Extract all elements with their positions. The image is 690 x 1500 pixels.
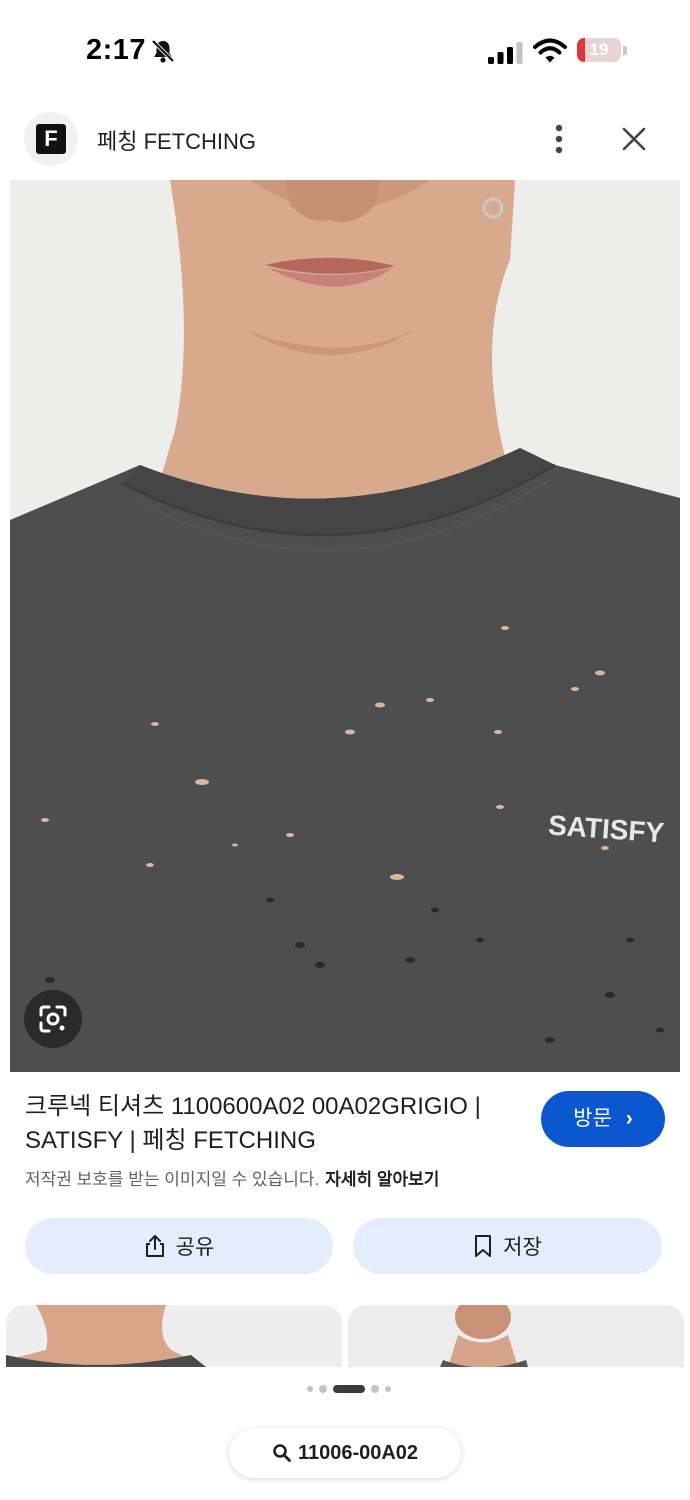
close-icon[interactable] <box>614 119 654 159</box>
share-icon <box>145 1235 164 1257</box>
bell-muted-icon <box>151 39 175 63</box>
search-chip[interactable]: 11006-00A02 <box>229 1428 461 1478</box>
copyright-text: 저작권 보호를 받는 이미지일 수 있습니다. <box>25 1170 320 1189</box>
related-image <box>348 1305 684 1367</box>
pagination-dot <box>371 1385 379 1393</box>
related-thumbnail[interactable] <box>348 1305 684 1367</box>
pagination-dot-active <box>333 1385 365 1393</box>
share-label: 공유 <box>175 1236 215 1259</box>
pagination-dot <box>307 1386 313 1392</box>
battery-body: 19 <box>577 38 621 62</box>
battery-level: 19 <box>589 40 609 59</box>
battery-indicator: 19 <box>577 38 627 64</box>
site-name[interactable]: 페칭 FETCHING <box>97 124 256 156</box>
product-photo: SATISFY <box>10 180 680 1072</box>
save-button[interactable]: 저장 <box>353 1218 662 1274</box>
related-thumbnail[interactable] <box>6 1305 342 1367</box>
visit-button[interactable]: 방문 › <box>541 1091 665 1147</box>
result-title[interactable]: 크루넥 티셔츠 1100600A02 00A02GRIGIO | SATISFY… <box>25 1090 525 1158</box>
battery-tip <box>623 46 627 55</box>
result-header: F 페칭 FETCHING <box>0 105 690 175</box>
save-label: 저장 <box>503 1236 542 1259</box>
site-logo-letter: F <box>36 124 66 154</box>
pagination-dots <box>0 1382 690 1396</box>
signal-icon <box>488 42 523 64</box>
status-bar: 2:17 19 <box>0 0 690 100</box>
bookmark-icon <box>475 1235 492 1257</box>
related-image <box>6 1305 342 1367</box>
product-image[interactable]: SATISFY <box>10 180 680 1072</box>
visit-label: 방문 <box>573 1107 612 1130</box>
lens-icon <box>39 1005 67 1033</box>
status-time: 2:17 <box>86 34 147 66</box>
copyright-notice: 저작권 보호를 받는 이미지일 수 있습니다. 자세히 알아보기 <box>25 1165 439 1190</box>
pagination-dot <box>385 1386 391 1392</box>
more-vert-icon[interactable] <box>540 119 578 159</box>
share-button[interactable]: 공유 <box>25 1218 333 1274</box>
chevron-right-icon: › <box>625 1107 633 1130</box>
site-logo[interactable]: F <box>24 112 78 166</box>
pagination-dot <box>319 1385 327 1393</box>
wifi-icon <box>533 38 567 63</box>
search-icon <box>273 1444 291 1462</box>
learn-more-link[interactable]: 자세히 알아보기 <box>325 1170 439 1189</box>
search-query: 11006-00A02 <box>297 1441 419 1464</box>
lens-button[interactable] <box>24 990 82 1048</box>
